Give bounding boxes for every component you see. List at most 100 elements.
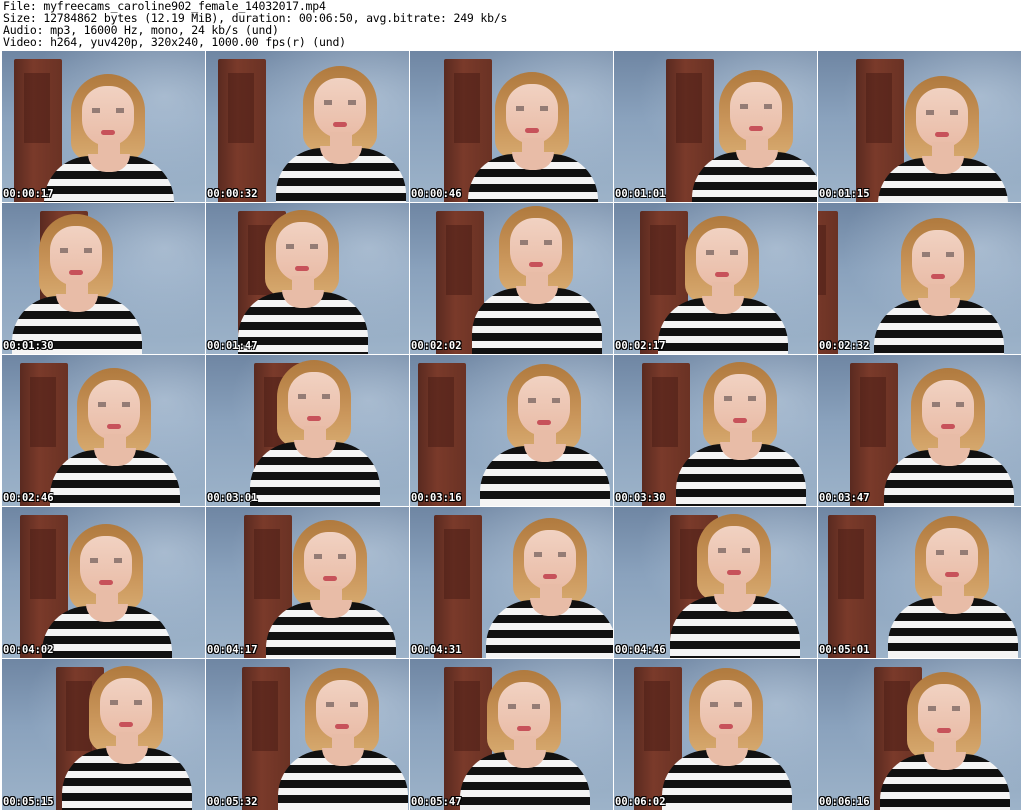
- frame-timestamp: 00:04:17: [207, 644, 258, 656]
- person-figure: [468, 70, 598, 202]
- face: [82, 86, 134, 146]
- person-figure: [44, 72, 174, 202]
- video-frame-thumbnail: 00:00:17: [2, 51, 205, 202]
- video-frame-thumbnail: 00:05:15: [2, 659, 205, 810]
- video-frame-thumbnail: 00:04:17: [206, 507, 409, 658]
- door: [218, 59, 266, 202]
- frame-timestamp: 00:00:17: [3, 188, 54, 200]
- person-figure: [884, 366, 1014, 506]
- video-frame-thumbnail: 00:04:02: [2, 507, 205, 658]
- video-frame-thumbnail: 00:05:47: [410, 659, 613, 810]
- frame-timestamp: 00:01:15: [819, 188, 870, 200]
- person-figure: [238, 208, 368, 354]
- person-figure: [888, 514, 1018, 658]
- frame-timestamp: 00:05:01: [819, 644, 870, 656]
- person-figure: [676, 360, 806, 506]
- video-frame-thumbnail: 00:02:32: [818, 203, 1021, 354]
- video-frame-thumbnail: 00:03:30: [614, 355, 817, 506]
- video-frame-thumbnail: 00:02:46: [2, 355, 205, 506]
- face: [498, 682, 550, 742]
- frame-timestamp: 00:05:32: [207, 796, 258, 808]
- frame-timestamp: 00:05:47: [411, 796, 462, 808]
- face: [50, 226, 102, 286]
- face: [926, 528, 978, 588]
- frame-timestamp: 00:04:46: [615, 644, 666, 656]
- face: [314, 78, 366, 138]
- face: [316, 680, 368, 740]
- person-figure: [472, 204, 602, 354]
- face: [912, 230, 964, 290]
- person-figure: [460, 668, 590, 810]
- frame-timestamp: 00:02:02: [411, 340, 462, 352]
- person-figure: [486, 516, 613, 658]
- video-frame-thumbnail: 00:03:01: [206, 355, 409, 506]
- face: [80, 536, 132, 596]
- face: [276, 222, 328, 282]
- frame-timestamp: 00:06:02: [615, 796, 666, 808]
- contact-sheet: File: myfreecams_caroline902_female_1403…: [0, 0, 1024, 811]
- video-frame-thumbnail: 00:01:47: [206, 203, 409, 354]
- frame-timestamp: 00:03:01: [207, 492, 258, 504]
- frame-timestamp: 00:02:46: [3, 492, 54, 504]
- face: [696, 228, 748, 288]
- face: [100, 678, 152, 738]
- person-figure: [12, 212, 142, 354]
- video-frame-thumbnail: 00:03:47: [818, 355, 1021, 506]
- video-frame-thumbnail: 00:05:01: [818, 507, 1021, 658]
- person-figure: [266, 518, 396, 658]
- face: [518, 376, 570, 436]
- video-frame-thumbnail: 00:01:01: [614, 51, 817, 202]
- video-frame-thumbnail: 00:00:46: [410, 51, 613, 202]
- frame-timestamp: 00:04:31: [411, 644, 462, 656]
- door: [418, 363, 466, 506]
- person-figure: [692, 68, 817, 202]
- face: [304, 532, 356, 592]
- frame-timestamp: 00:02:17: [615, 340, 666, 352]
- person-figure: [278, 666, 408, 810]
- frame-timestamp: 00:05:15: [3, 796, 54, 808]
- face: [714, 374, 766, 434]
- person-figure: [50, 366, 180, 506]
- video-frame-thumbnail: 00:01:30: [2, 203, 205, 354]
- frame-timestamp: 00:03:30: [615, 492, 666, 504]
- door: [818, 211, 838, 354]
- person-figure: [874, 216, 1004, 354]
- face: [700, 680, 752, 740]
- face: [922, 380, 974, 440]
- face: [708, 526, 760, 586]
- frame-timestamp: 00:06:16: [819, 796, 870, 808]
- frame-timestamp: 00:01:01: [615, 188, 666, 200]
- frame-timestamp: 00:00:32: [207, 188, 258, 200]
- video-frame-thumbnail: 00:05:32: [206, 659, 409, 810]
- person-figure: [250, 358, 380, 506]
- frame-timestamp: 00:01:30: [3, 340, 54, 352]
- person-figure: [42, 522, 172, 658]
- video-info-header: File: myfreecams_caroline902_female_1403…: [3, 0, 1018, 48]
- person-figure: [662, 666, 792, 810]
- person-figure: [480, 362, 610, 506]
- face: [288, 372, 340, 432]
- video-frame-thumbnail: 00:02:17: [614, 203, 817, 354]
- face: [506, 84, 558, 144]
- door: [828, 515, 876, 658]
- video-frame-thumbnail: 00:00:32: [206, 51, 409, 202]
- video-frame-thumbnail: 00:04:46: [614, 507, 817, 658]
- frame-timestamp: 00:03:47: [819, 492, 870, 504]
- frame-timestamp: 00:03:16: [411, 492, 462, 504]
- video-frame-thumbnail: 00:01:15: [818, 51, 1021, 202]
- person-figure: [62, 664, 192, 810]
- thumbnail-grid: 00:00:17 00:00:32 00:00:46 00:01:01 00:01:15…: [2, 51, 1022, 811]
- person-figure: [670, 512, 800, 658]
- face: [916, 88, 968, 148]
- video-frame-thumbnail: 00:02:02: [410, 203, 613, 354]
- frame-timestamp: 00:04:02: [3, 644, 54, 656]
- face: [510, 218, 562, 278]
- face: [918, 684, 970, 744]
- frame-timestamp: 00:00:46: [411, 188, 462, 200]
- video-frame-thumbnail: 00:04:31: [410, 507, 613, 658]
- frame-timestamp: 00:01:47: [207, 340, 258, 352]
- person-figure: [878, 74, 1008, 202]
- face: [88, 380, 140, 440]
- video-frame-thumbnail: 00:06:16: [818, 659, 1021, 810]
- frame-timestamp: 00:02:32: [819, 340, 870, 352]
